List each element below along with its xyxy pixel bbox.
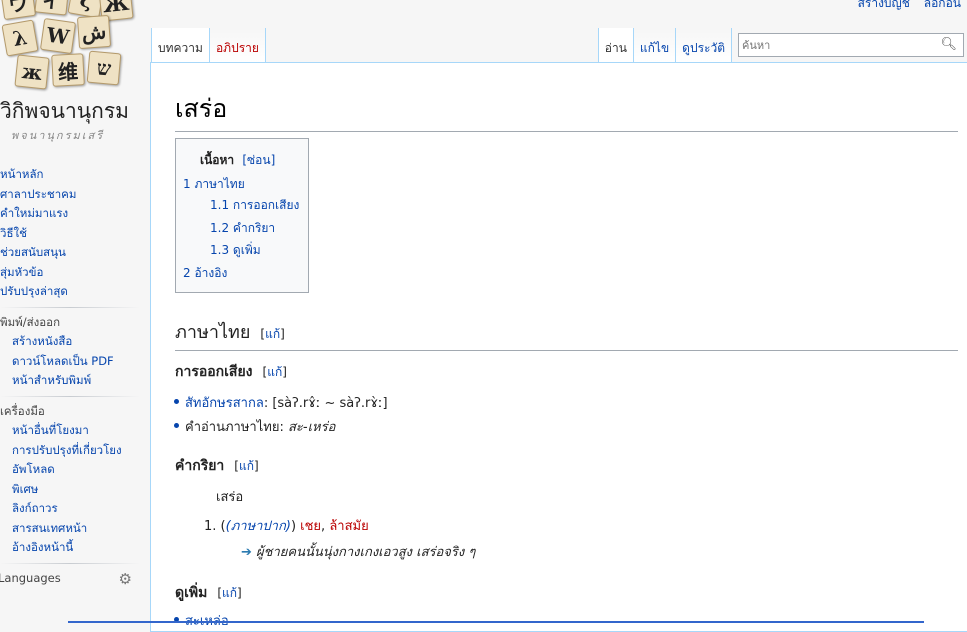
sidebar-item-community[interactable]: ศาลาประชาคม	[0, 185, 140, 205]
edit-section-link[interactable]: แก้	[267, 365, 282, 379]
tab-edit[interactable]: แก้ไข	[633, 28, 677, 62]
tools-heading[interactable]: เครื่องมือ	[0, 402, 140, 422]
section-title: ดูเพิ่ม	[175, 585, 208, 601]
logo-tile: λ	[1, 19, 39, 57]
reading-label: คำอ่านภาษาไทย:	[185, 420, 288, 435]
toc-toggle-link[interactable]: [ซ่อน]	[242, 153, 275, 167]
logo-tile: ش	[76, 14, 112, 50]
site-tagline: พจนานุกรมเสรี	[11, 129, 105, 142]
sidebar-item-help[interactable]: วิธีใช้	[0, 224, 140, 244]
sidebar-item-special[interactable]: พิเศษ	[0, 480, 140, 500]
create-account-link[interactable]: สร้างบัญชี	[858, 0, 910, 10]
arrow-right-icon: ➔	[241, 545, 252, 560]
gear-icon[interactable]: ⚙	[119, 570, 132, 588]
personal-tools: สร้างบัญชี ล็อกอิน	[848, 0, 961, 13]
logo-tile: W	[39, 17, 77, 55]
sidebar-item-random[interactable]: สุ่มหัวข้อ	[0, 263, 140, 283]
sidebar-item-related-changes[interactable]: การปรับปรุงที่เกี่ยวโยง	[0, 441, 140, 461]
toc-label: การออกเสียง	[232, 198, 300, 212]
toc-item[interactable]: 2 อ้างอิง	[183, 264, 227, 283]
section-title: ภาษาไทย	[175, 322, 251, 343]
view-tabs: อ่าน แก้ไข ดูประวัติ	[597, 28, 732, 62]
print-export-heading[interactable]: พิมพ์/ส่งออก	[0, 313, 140, 333]
example-text: ผู้ชายคนนั้นนุ่งกางเกงเอวสูง เสร่อจริง ๆ	[256, 545, 476, 560]
site-title: วิกิพจนานุกรม	[0, 99, 129, 123]
sidebar-divider	[0, 395, 140, 397]
logo-tile: ש	[86, 50, 122, 86]
namespace-tabs: บทความ อภิปราย	[151, 28, 266, 62]
content-area: เสร่อ เนื้อหา [ซ่อน] 1 ภาษาไทย 1.1 การออ…	[150, 62, 967, 632]
sidebar-item-cite[interactable]: อ้างอิงหน้านี้	[0, 538, 140, 558]
horizontal-scrollbar[interactable]	[68, 621, 924, 623]
pronunciation-ipa: สัทอักษรสากล: [sàʔ.rɤ̂ː ~ sàʔ.rɤ̀ː]	[174, 392, 388, 413]
sidebar-item-page-info[interactable]: สารสนเทศหน้า	[0, 519, 140, 539]
search-input[interactable]	[739, 34, 932, 57]
toc-label: อ้างอิง	[194, 266, 228, 280]
sidebar-divider	[0, 562, 140, 564]
tab-article[interactable]: บทความ	[151, 28, 210, 62]
toc-label: ภาษาไทย	[194, 177, 245, 191]
section-heading-thai: ภาษาไทย [แก้]	[175, 317, 958, 351]
sidebar-item-trending[interactable]: คำใหม่มาแรง	[0, 204, 140, 224]
toc-title-row: เนื้อหา [ซ่อน]	[200, 151, 275, 170]
sidebar-item-main-page[interactable]: หน้าหลัก	[0, 165, 140, 185]
toc-item[interactable]: 1.1 การออกเสียง	[210, 196, 299, 215]
tab-read[interactable]: อ่าน	[597, 28, 634, 62]
toc-item[interactable]: 1 ภาษาไทย	[183, 175, 245, 194]
logo-tile: ж	[14, 54, 50, 90]
edit-section-link[interactable]: แก้	[222, 586, 237, 600]
table-of-contents: เนื้อหา [ซ่อน] 1 ภาษาไทย 1.1 การออกเสียง…	[175, 138, 309, 293]
edit-section-link[interactable]: แก้	[239, 459, 254, 473]
sidebar-item-permalink[interactable]: ลิงก์ถาวร	[0, 499, 140, 519]
headword: เสร่อ	[216, 490, 244, 505]
toc-item[interactable]: 1.2 คำกริยา	[210, 219, 275, 238]
sidebar: หน้าหลัก ศาลาประชาคม คำใหม่มาแรง วิธีใช้…	[0, 165, 140, 589]
section-title: คำกริยา	[175, 458, 225, 474]
page-title: เสร่อ	[175, 89, 958, 132]
ipa-value: : [sàʔ.rɤ̂ː ~ sàʔ.rɤ̀ː]	[263, 396, 388, 411]
sidebar-item-create-book[interactable]: สร้างหนังสือ	[0, 332, 140, 352]
toc-label: คำกริยา	[232, 221, 276, 235]
logo-tile: ィ	[34, 0, 70, 16]
toc-number: 1	[183, 177, 191, 191]
site-logo[interactable]: ウ ィ ξ Ж λ W ش ж 维 ש	[0, 0, 134, 92]
toc-item[interactable]: 1.3 ดูเพิ่ม	[210, 241, 261, 260]
usage-example: ➔ ผู้ชายคนนั้นนุ่งกางเกงเอวสูง เสร่อจริง…	[241, 541, 475, 562]
sidebar-item-upload[interactable]: อัพโหลด	[0, 460, 140, 480]
toc-number: 1.3	[210, 243, 230, 257]
sidebar-divider	[0, 306, 140, 308]
ipa-link[interactable]: สัทอักษรสากล	[185, 396, 264, 411]
toc-number: 1.1	[210, 198, 230, 212]
section-heading-pronunciation: การออกเสียง [แก้]	[175, 364, 287, 380]
toc-number: 1.2	[210, 221, 230, 235]
definition: 1. ((ภาษาปาก)) เชย, ล้าสมัย	[204, 519, 369, 534]
logo-tile: 维	[51, 53, 85, 87]
tab-history[interactable]: ดูประวัติ	[676, 28, 732, 62]
toc-number: 2	[183, 266, 191, 280]
search-icon[interactable]: 🔍︎	[940, 37, 957, 52]
sense-link[interactable]: เชย	[300, 519, 321, 534]
sidebar-item-recent-changes[interactable]: ปรับปรุงล่าสุด	[0, 282, 140, 302]
usage-tag[interactable]: (ภาษาปาก)	[226, 519, 291, 534]
section-heading-verb: คำกริยา [แก้]	[175, 458, 259, 474]
section-title: การออกเสียง	[175, 364, 253, 380]
reading-value: สะ-เหร่อ	[287, 420, 336, 435]
sense-link[interactable]: ล้าสมัย	[329, 519, 368, 534]
languages-row: Languages ⚙	[0, 569, 140, 589]
sidebar-item-printable[interactable]: หน้าสำหรับพิมพ์	[0, 371, 140, 391]
logo-tile: ウ	[0, 0, 37, 21]
definition-number: 1.	[204, 519, 217, 534]
pronunciation-reading: คำอ่านภาษาไทย: สะ-เหร่อ	[173, 416, 336, 437]
login-link[interactable]: ล็อกอิน	[924, 0, 961, 10]
sidebar-item-download-pdf[interactable]: ดาวน์โหลดเป็น PDF	[0, 352, 140, 372]
section-heading-see-also: ดูเพิ่ม [แก้]	[175, 585, 242, 601]
edit-section-link[interactable]: แก้	[265, 327, 280, 341]
sidebar-item-what-links-here[interactable]: หน้าอื่นที่โยงมา	[0, 421, 140, 441]
tab-discussion[interactable]: อภิปราย	[209, 28, 266, 62]
sidebar-item-donate[interactable]: ช่วยสนับสนุน	[0, 243, 140, 263]
search-box: 🔍︎	[738, 33, 964, 57]
toc-label: ดูเพิ่ม	[232, 243, 261, 257]
toc-title: เนื้อหา	[200, 153, 235, 167]
